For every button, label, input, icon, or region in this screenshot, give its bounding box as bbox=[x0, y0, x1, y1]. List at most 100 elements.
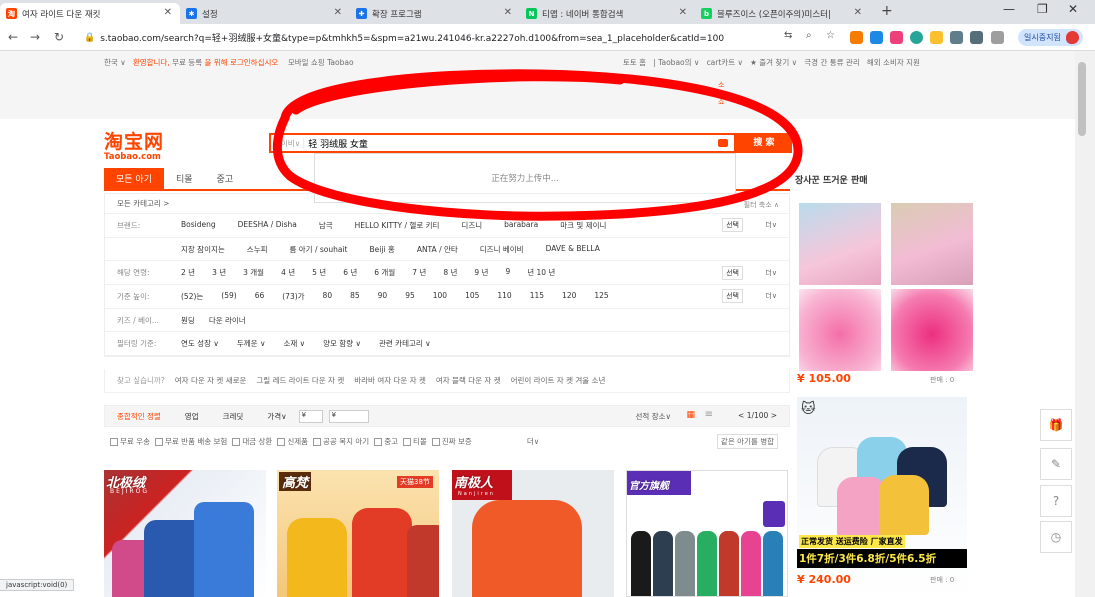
more-button[interactable]: 더∨ bbox=[765, 268, 777, 278]
filter-value[interactable]: (59) bbox=[221, 291, 236, 302]
edit-icon[interactable]: ✎ bbox=[1040, 448, 1072, 480]
taobao-logo[interactable]: 淘宝网 Taobao.com bbox=[104, 127, 164, 162]
more-button[interactable]: 더∨ bbox=[765, 220, 777, 230]
filter-value[interactable]: 6 개월 bbox=[374, 267, 395, 278]
product-card[interactable]: 高梵 天猫38节 bbox=[277, 470, 439, 597]
back-icon[interactable]: ← bbox=[8, 30, 18, 44]
minimize-button[interactable]: — bbox=[1003, 2, 1015, 16]
filter-value[interactable]: ANTA / 안타 bbox=[417, 244, 458, 255]
related-link[interactable]: 여자 블랙 다운 자 켓 bbox=[436, 375, 501, 386]
filter-value[interactable]: DAVE & BELLA bbox=[546, 244, 600, 255]
price-max-input[interactable]: ¥ bbox=[328, 409, 369, 423]
filter-dropdown[interactable]: 관련 카테고리 ∨ bbox=[379, 338, 431, 349]
filter-value[interactable]: Beiji 홍 bbox=[370, 244, 395, 255]
region-selector[interactable]: 한국 bbox=[104, 58, 118, 67]
filter-value[interactable]: 지장 잠이지는 bbox=[181, 244, 225, 255]
filter-value[interactable]: 남극 bbox=[319, 220, 333, 231]
camera-icon[interactable] bbox=[718, 139, 728, 147]
extension-icon[interactable] bbox=[890, 31, 903, 44]
url-field[interactable]: 🔒 s.taobao.com/search?q=轻+羽绒服+女童&type=p&… bbox=[84, 27, 764, 48]
help-icon[interactable]: ? bbox=[1040, 485, 1072, 517]
filter-value[interactable]: (73)가 bbox=[282, 291, 304, 302]
search-button[interactable]: 搜 索 bbox=[736, 133, 792, 153]
forward-icon[interactable]: → bbox=[30, 30, 40, 44]
register-link[interactable]: 무료 등록 bbox=[172, 58, 202, 67]
close-icon[interactable]: ✕ bbox=[854, 7, 862, 18]
filter-value[interactable]: 8 년 bbox=[443, 267, 457, 278]
extension-icon[interactable] bbox=[950, 31, 963, 44]
checkbox-welfare[interactable]: 공공 복지 아기 bbox=[313, 436, 369, 447]
extension-icon[interactable] bbox=[991, 31, 1004, 44]
cart-link[interactable]: cart카트 bbox=[707, 58, 736, 67]
tab-blog[interactable]: b 블루즈이스 (오픈이주의)미스터| ✕ bbox=[695, 3, 870, 24]
filter-value[interactable]: 115 bbox=[530, 291, 544, 302]
my-taobao-link[interactable]: | Taobao의 bbox=[653, 58, 691, 67]
filter-value[interactable]: 66 bbox=[255, 291, 265, 302]
checkbox-cod[interactable]: 대금 상환 bbox=[232, 436, 272, 447]
grid-view-icon[interactable]: ▦ bbox=[686, 410, 695, 420]
login-link[interactable]: 을 위해 로그인하십시오 bbox=[205, 58, 279, 67]
filter-value[interactable]: 디즈니 베이비 bbox=[480, 244, 524, 255]
close-icon[interactable]: ✕ bbox=[164, 7, 172, 18]
tab-extensions[interactable]: ✚ 확장 프로그램 ✕ bbox=[350, 3, 520, 24]
more-button[interactable]: 더∨ bbox=[527, 436, 539, 447]
filter-value[interactable]: HELLO KITTY / 헬로 키티 bbox=[355, 220, 440, 231]
filter-value[interactable]: DEESHA / Disha bbox=[238, 220, 297, 231]
reload-icon[interactable]: ↻ bbox=[54, 30, 64, 44]
filter-value[interactable]: 80 bbox=[323, 291, 333, 302]
checkbox-tmall[interactable]: 티몰 bbox=[403, 436, 427, 447]
related-link[interactable]: 여자 다운 자 켓 새로운 bbox=[175, 375, 247, 386]
sort-price[interactable]: 가격∨ bbox=[255, 411, 298, 422]
filter-value[interactable]: 다운 라이너 bbox=[209, 315, 246, 326]
merge-same-button[interactable]: 같은 아기를 병합 bbox=[716, 434, 778, 449]
filter-value[interactable]: barabara bbox=[504, 220, 538, 231]
hot-sale-item[interactable] bbox=[797, 201, 973, 389]
filter-value[interactable]: 125 bbox=[594, 291, 608, 302]
related-link[interactable]: 바라바 여자 다운 자 켓 bbox=[354, 375, 426, 386]
filter-dropdown[interactable]: 소재 ∨ bbox=[283, 338, 305, 349]
mobile-link[interactable]: 모바일 쇼핑 Taobao bbox=[288, 58, 354, 67]
extension-icon[interactable] bbox=[910, 31, 923, 44]
search-scope-select[interactable]: 베이비∨ bbox=[271, 137, 305, 149]
multi-select-button[interactable]: 선택 bbox=[722, 289, 743, 304]
sort-credit[interactable]: 크레딧 bbox=[211, 411, 256, 422]
filter-value[interactable]: 90 bbox=[378, 291, 388, 302]
filter-value[interactable]: 100 bbox=[433, 291, 447, 302]
collapse-filter-button[interactable]: 필터 축소 ∧ bbox=[744, 200, 779, 210]
filter-value[interactable]: 스누피 bbox=[247, 244, 268, 255]
multi-select-button[interactable]: 선택 bbox=[722, 265, 743, 280]
filter-value[interactable]: 6 년 bbox=[343, 267, 357, 278]
zoom-icon[interactable]: ⌕ bbox=[806, 30, 812, 41]
filter-value[interactable]: 110 bbox=[497, 291, 511, 302]
list-view-icon[interactable]: ≡ bbox=[705, 409, 713, 420]
clock-icon[interactable]: ◷ bbox=[1040, 521, 1072, 553]
filter-value[interactable]: 5 년 bbox=[312, 267, 326, 278]
maximize-button[interactable]: ❐ bbox=[1037, 2, 1048, 16]
filter-value[interactable]: 95 bbox=[405, 291, 415, 302]
filter-value[interactable]: 120 bbox=[562, 291, 576, 302]
filter-value[interactable]: 85 bbox=[350, 291, 360, 302]
filter-value[interactable]: 디즈니 bbox=[461, 220, 482, 231]
filter-value[interactable]: 2 년 bbox=[181, 267, 195, 278]
filter-value[interactable]: 뭔딩 bbox=[181, 315, 195, 326]
scrollbar-thumb[interactable] bbox=[1078, 62, 1086, 136]
gift-icon[interactable]: 🎁 bbox=[1040, 409, 1072, 441]
tab-search-results[interactable]: 淘 여자 라이트 다운 재킷 ✕ bbox=[0, 3, 180, 24]
checkbox-new[interactable]: 신제품 bbox=[277, 436, 308, 447]
filter-dropdown[interactable]: 연도 성장 ∨ bbox=[181, 338, 219, 349]
filter-value[interactable]: 3 년 bbox=[212, 267, 226, 278]
checkbox-used[interactable]: 중고 bbox=[374, 436, 398, 447]
filter-value[interactable]: 년 10 년 bbox=[527, 267, 555, 278]
close-window-button[interactable]: ✕ bbox=[1068, 2, 1078, 16]
filter-value[interactable]: 3 개월 bbox=[243, 267, 264, 278]
filter-value[interactable]: 9 bbox=[505, 267, 510, 278]
filter-value[interactable]: Bosideng bbox=[181, 220, 216, 231]
translate-icon[interactable]: ⇆ bbox=[784, 30, 792, 41]
tab-second-hand[interactable]: 중고 bbox=[205, 168, 246, 189]
extension-icon[interactable] bbox=[970, 31, 983, 44]
pagination[interactable]: < 1/100 > bbox=[738, 411, 777, 420]
filter-value[interactable]: 7 년 bbox=[412, 267, 426, 278]
price-min-input[interactable]: ¥ bbox=[298, 409, 323, 423]
sort-sales[interactable]: 영업 bbox=[173, 411, 211, 422]
tab-settings[interactable]: ✱ 설정 ✕ bbox=[180, 3, 350, 24]
